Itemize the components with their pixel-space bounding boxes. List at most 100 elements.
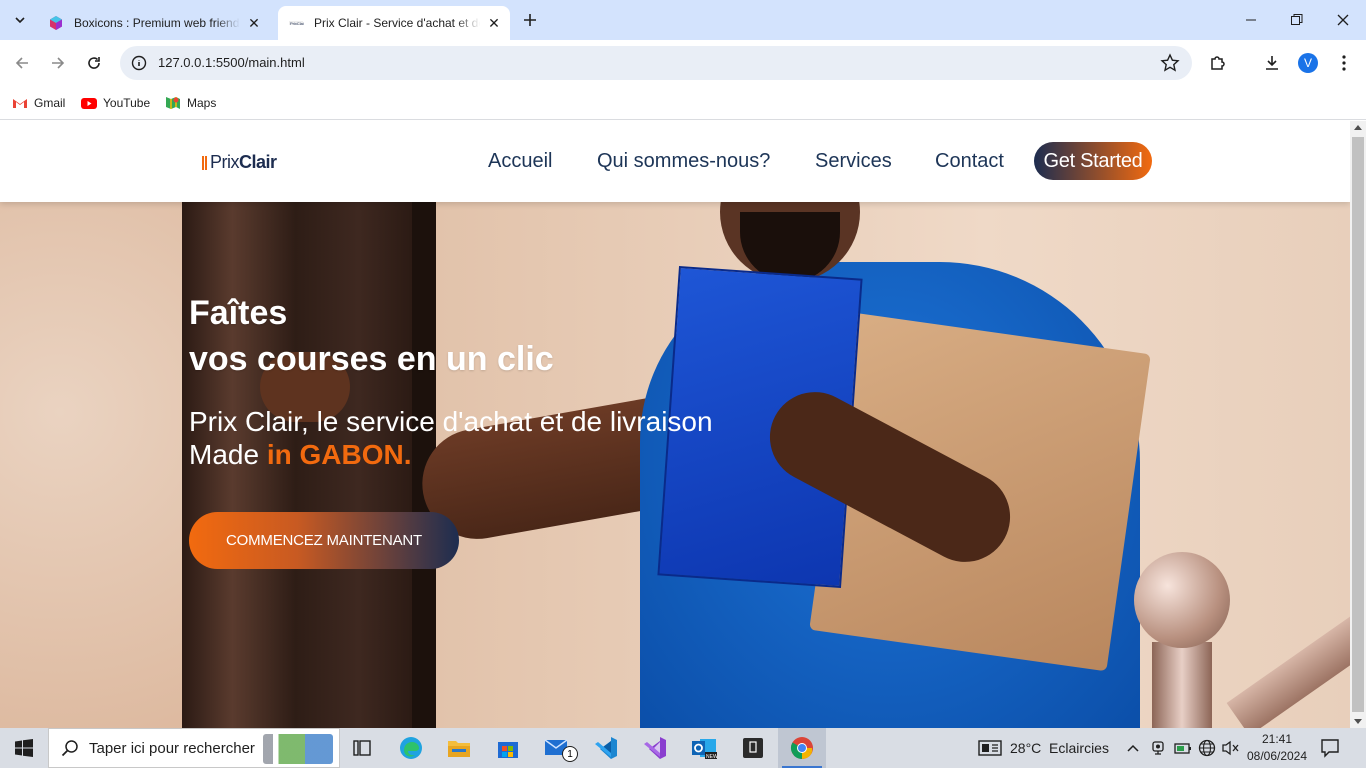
chevron-down-icon [15,17,25,24]
close-tab-icon[interactable]: ✕ [246,15,262,31]
puzzle-icon [1211,56,1225,70]
search-placeholder: Taper ici pour rechercher [89,739,255,757]
tab-strip: Boxicons : Premium web friendly ✕ PrixCl… [0,0,1366,40]
taskbar-outlook[interactable]: NEW [680,728,728,768]
forward-button[interactable] [46,51,70,75]
chrome-menu-button[interactable] [1332,51,1356,75]
arrow-right-icon [52,57,65,69]
nav-link-qui-sommes-nous[interactable]: Qui sommes-nous? [597,150,770,173]
scrollbar-thumb[interactable] [1352,137,1364,712]
taskbar-visual-studio[interactable] [631,728,679,768]
address-bar[interactable]: 127.0.0.1:5500/main.html [120,46,1192,80]
task-view-button[interactable] [338,728,386,768]
hero-subtitle-line1: Prix Clair, le service d'achat et de liv… [189,406,713,437]
news-icon [978,740,1002,756]
tab-title: Boxicons : Premium web friendly [74,16,240,30]
windows-logo-icon [15,739,33,757]
close-tab-icon[interactable]: ✕ [486,15,502,31]
bookmark-maps[interactable]: Maps [165,92,216,114]
taskbar-store[interactable] [484,728,532,768]
restore-button[interactable] [1274,0,1320,40]
notification-center-button[interactable] [1320,738,1344,758]
site-info-button[interactable] [128,52,150,74]
new-tab-button[interactable] [518,8,542,32]
nav-link-services[interactable]: Services [815,150,892,173]
taskbar-chrome[interactable] [778,728,826,768]
bookmark-youtube[interactable]: YouTube [81,92,150,114]
hero-subtitle-highlight: in GABON. [266,439,412,470]
scroll-up-arrow-icon[interactable] [1354,125,1362,130]
hero-section: Faîtes vos courses en un clic Prix Clair… [0,202,1350,728]
weather-text: 28°C Eclaircies [1010,740,1109,756]
bookmark-label: Gmail [34,96,66,110]
restore-icon [1291,14,1303,25]
minimize-icon [1246,19,1256,21]
maps-icon [166,97,180,109]
taskbar-edge[interactable] [387,728,435,768]
bookmarks-bar: Gmail YouTube Maps [0,86,1366,120]
get-started-button[interactable]: Get Started [1034,142,1152,180]
start-now-button[interactable]: COMMENCEZ MAINTENANT [189,512,459,569]
webcam-icon [1152,741,1164,755]
star-icon[interactable] [1160,53,1180,73]
scroll-down-arrow-icon[interactable] [1354,719,1362,724]
prixclair-favicon: PrixClair [289,21,304,26]
nav-link-contact[interactable]: Contact [935,150,1004,173]
download-icon [1266,56,1278,70]
search-icon [61,740,78,757]
notification-icon [1321,739,1339,758]
info-icon [131,55,147,71]
clock-date: 08/06/2024 [1246,749,1308,763]
show-hidden-icons-button[interactable] [1126,728,1140,768]
extensions-button[interactable] [1206,51,1230,75]
task-view-icon [353,740,371,756]
youtube-icon [81,98,97,109]
tab-search-button[interactable] [8,8,32,32]
url-text[interactable]: 127.0.0.1:5500/main.html [158,55,305,70]
store-icon [498,742,518,758]
tray-network-icon[interactable] [1198,728,1216,768]
logo-mark-icon [202,155,208,170]
clock-time: 21:41 [1261,732,1293,746]
downloads-button[interactable] [1260,51,1284,75]
site-logo[interactable]: Prix Clair [202,152,277,173]
page-viewport: Prix Clair Accueil Qui sommes-nous? Servi… [0,121,1350,728]
taskbar-file-explorer[interactable] [435,728,483,768]
minimize-button[interactable] [1228,0,1274,40]
visual-studio-icon [644,737,666,759]
search-highlight-icon [263,734,333,764]
weather-widget[interactable]: 28°C Eclaircies [978,728,1109,768]
reload-button[interactable] [82,51,106,75]
browser-toolbar: 127.0.0.1:5500/main.html V [0,40,1366,86]
plus-icon [524,14,536,26]
svg-text:PrixClair: PrixClair [290,21,304,26]
chrome-icon [791,737,813,759]
tab-prixclair[interactable]: PrixClair Prix Clair - Service d'achat e… [278,6,510,40]
taskbar-vscode[interactable] [582,728,630,768]
profile-avatar[interactable]: V [1298,53,1318,73]
tab-boxicons[interactable]: Boxicons : Premium web friendly ✕ [38,6,270,40]
terminal-icon [743,738,763,758]
file-explorer-icon [448,741,470,757]
battery-icon [1174,743,1191,754]
close-window-button[interactable] [1320,0,1366,40]
chevron-up-icon [1127,744,1139,752]
page-scrollbar[interactable] [1350,121,1366,728]
taskbar-clock[interactable]: 21:41 08/06/2024 [1240,731,1314,765]
vscode-icon [595,737,617,759]
boxicons-icon [50,16,62,30]
nav-link-accueil[interactable]: Accueil [488,150,552,173]
taskbar-terminal[interactable] [729,728,777,768]
tray-volume-icon[interactable] [1222,728,1240,768]
tray-meet-icon[interactable] [1150,728,1166,768]
bookmark-label: Maps [187,96,217,110]
close-icon [1337,14,1349,26]
taskbar-search[interactable]: Taper ici pour rechercher [48,728,340,768]
start-button[interactable] [0,728,48,768]
bookmark-gmail[interactable]: Gmail [12,92,65,114]
back-button[interactable] [10,51,34,75]
tray-battery-icon[interactable] [1174,728,1192,768]
taskbar-mail[interactable]: 1 [533,728,581,768]
svg-text:NEW: NEW [706,754,717,760]
tab-title: Prix Clair - Service d'achat et de [314,16,480,30]
